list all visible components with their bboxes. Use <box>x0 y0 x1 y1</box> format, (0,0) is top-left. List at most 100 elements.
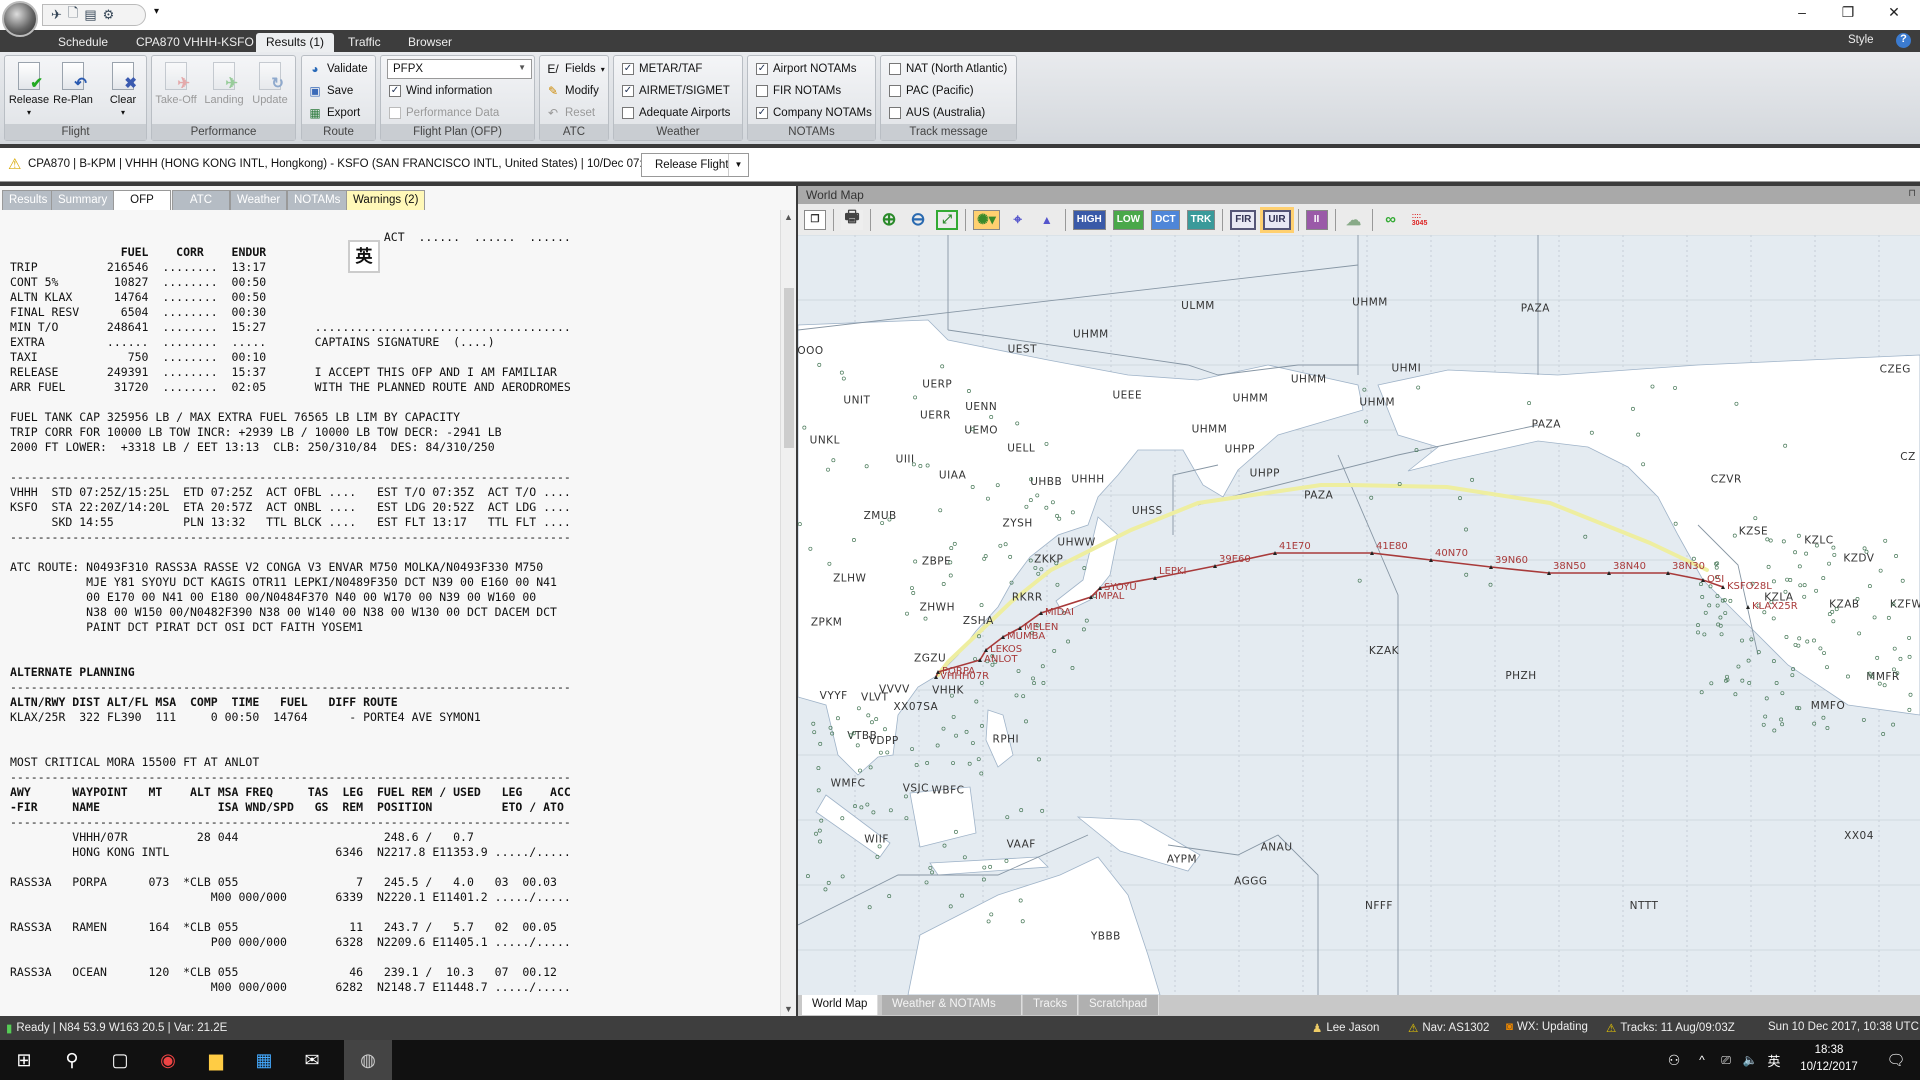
pfpx-app-icon[interactable]: ◍ <box>344 1040 392 1080</box>
layer-high-button[interactable]: HIGH <box>1072 209 1106 230</box>
checkbox[interactable] <box>756 85 768 97</box>
scroll-thumb[interactable] <box>784 288 794 448</box>
checkbox[interactable]: ✓ <box>756 107 768 119</box>
wx-status[interactable]: WX: Updating <box>1517 1021 1588 1033</box>
sun-settings-icon[interactable]: ✺▾ <box>973 209 1000 230</box>
layer-uir-button[interactable]: UIR <box>1263 209 1291 230</box>
airport-notams-checkbox[interactable]: ✓ Airport NOTAMs <box>756 60 857 78</box>
customize-qat-icon[interactable]: ▾ <box>154 6 159 17</box>
tab-results[interactable]: Results <box>2 190 55 210</box>
tab-results[interactable]: Results (1) <box>256 33 335 52</box>
close-button[interactable]: ✕ <box>1874 4 1914 21</box>
tab-scratchpad[interactable]: Scratchpad <box>1079 995 1159 1015</box>
landing-button[interactable]: ✈ Landing <box>202 60 246 122</box>
wind-information-checkbox[interactable]: ✓ Wind information <box>389 82 492 100</box>
terrain-icon[interactable]: ☁ <box>1343 210 1365 230</box>
nat-checkbox[interactable]: NAT (North Atlantic) <box>889 60 1007 78</box>
checkbox[interactable] <box>889 85 901 97</box>
search-icon[interactable]: ⚲ <box>48 1040 96 1080</box>
checkbox-perf[interactable] <box>389 107 401 119</box>
tracks-status[interactable]: Tracks: 11 Aug/09:03Z <box>1620 1022 1734 1034</box>
airplane-icon[interactable]: ✈ <box>51 7 62 23</box>
clear-button[interactable]: ✖ Clear ▾ <box>101 60 145 122</box>
layer-fir-button[interactable]: FIR <box>1230 209 1257 230</box>
nav-status[interactable]: Nav: AS1302 <box>1422 1022 1489 1034</box>
layer-low-button[interactable]: LOW <box>1112 209 1145 230</box>
link-icon[interactable]: ∞ <box>1380 210 1402 230</box>
checkbox-wind[interactable]: ✓ <box>389 85 401 97</box>
application-menu-orb[interactable] <box>2 1 38 37</box>
crosshair-icon[interactable]: ⌖ <box>1007 210 1029 230</box>
adequate-airports-checkbox[interactable]: Adequate Airports <box>622 104 730 122</box>
checkbox[interactable] <box>889 63 901 75</box>
layer-dct-button[interactable]: DCT <box>1151 209 1180 230</box>
tab-weather-notams[interactable]: Weather & NOTAMs <box>882 995 1022 1015</box>
checkbox[interactable]: ✓ <box>756 63 768 75</box>
tab-ofp[interactable]: OFP <box>113 190 171 210</box>
network-icon[interactable]: ⎚ <box>1714 1040 1738 1080</box>
tab-notams[interactable]: NOTAMs <box>287 190 348 210</box>
help-icon[interactable]: ? <box>1896 33 1911 48</box>
tab-flight[interactable]: CPA870 VHHH-KSFO <box>126 33 264 52</box>
layer-trk-button[interactable]: TRK <box>1186 209 1216 230</box>
pac-checkbox[interactable]: PAC (Pacific) <box>889 82 974 100</box>
checkbox[interactable]: ✓ <box>622 85 634 97</box>
volume-icon[interactable]: 🔈 <box>1738 1040 1762 1080</box>
window-icon[interactable]: ❐ <box>804 209 826 230</box>
restore-button[interactable]: ❐ <box>1828 4 1868 21</box>
replan-button[interactable]: ↶ Re-Plan <box>51 60 95 122</box>
ofp-scrollbar[interactable]: ▲ ▼ <box>780 210 796 1016</box>
print-icon[interactable]: 🖶 <box>841 209 863 230</box>
store-icon[interactable]: ▦ <box>240 1040 288 1080</box>
update-button[interactable]: ↻ Update <box>248 60 292 122</box>
clock-date[interactable]: 10/12/2017 <box>1794 1061 1864 1073</box>
gear-icon[interactable]: ⚙ <box>103 7 115 23</box>
task-view-icon[interactable]: ▢ <box>96 1040 144 1080</box>
scroll-down-icon[interactable]: ▼ <box>784 1004 793 1014</box>
checkbox[interactable]: ✓ <box>622 63 634 75</box>
tab-weather[interactable]: Weather <box>230 190 288 210</box>
minimize-button[interactable]: – <box>1782 4 1822 20</box>
zoom-in-icon[interactable]: ⊕ <box>878 209 900 230</box>
fir-notams-checkbox[interactable]: FIR NOTAMs <box>756 82 841 100</box>
takeoff-button[interactable]: ✈ Take-Off <box>154 60 198 122</box>
export-button[interactable]: ▦ Export <box>308 104 360 122</box>
airmet-sigmet-checkbox[interactable]: ✓ AIRMET/SIGMET <box>622 82 730 100</box>
validate-button[interactable]: ◕ Validate <box>308 60 367 78</box>
tab-warnings[interactable]: Warnings (2) <box>346 190 426 210</box>
checkbox[interactable] <box>622 107 634 119</box>
style-menu[interactable]: Style <box>1848 34 1874 46</box>
notifications-icon[interactable]: 🗨 <box>1872 1040 1920 1080</box>
tab-summary[interactable]: Summary <box>51 190 115 210</box>
tab-world-map[interactable]: World Map <box>802 995 879 1015</box>
reset-button[interactable]: ↶ Reset <box>546 104 595 122</box>
fields-button[interactable]: E/Fields ▾ <box>546 60 604 78</box>
checkbox[interactable] <box>889 107 901 119</box>
tab-browser[interactable]: Browser <box>398 33 462 52</box>
tray-expand-icon[interactable]: ^ <box>1690 1040 1714 1080</box>
chevron-down-icon[interactable]: ▼ <box>728 154 748 176</box>
zoom-out-icon[interactable]: ⊖ <box>907 209 929 230</box>
ofp-format-dropdown[interactable]: PFPX ▼ <box>387 59 532 79</box>
layer-ii-button[interactable]: II <box>1305 209 1328 230</box>
windows-start-icon[interactable]: ⊞ <box>0 1040 48 1080</box>
clock-time[interactable]: 18:38 <box>1794 1044 1864 1056</box>
aus-checkbox[interactable]: AUS (Australia) <box>889 104 985 122</box>
new-document-icon[interactable]: 🗋 <box>68 4 78 26</box>
scroll-up-icon[interactable]: ▲ <box>784 212 793 222</box>
release-button[interactable]: ✔ Release ▾ <box>7 60 51 122</box>
pin-icon[interactable]: ⊓ <box>1908 188 1916 199</box>
world-map[interactable]: ULMM UHMM UEST UERP UNIT UENN UERR UEMO UELL UNKL… <box>798 235 1920 995</box>
tab-traffic[interactable]: Traffic <box>338 33 391 52</box>
metar-taf-checkbox[interactable]: ✓ METAR/TAF <box>622 60 702 78</box>
performance-data-checkbox[interactable]: Performance Data <box>389 104 499 122</box>
zoom-to-route-icon[interactable]: ⤢ <box>936 209 958 230</box>
modify-button[interactable]: ✎ Modify <box>546 82 599 100</box>
file-explorer-icon[interactable]: ▆ <box>192 1040 240 1080</box>
tab-atc[interactable]: ATC <box>172 190 230 210</box>
list-icon[interactable]: ▤ <box>84 7 96 23</box>
mail-icon[interactable]: ✉ <box>288 1040 336 1080</box>
release-flight-button[interactable]: Release Flight ▼ <box>641 153 749 177</box>
triangle-icon[interactable]: ▲ <box>1036 210 1058 230</box>
tab-schedule[interactable]: Schedule <box>48 33 118 52</box>
